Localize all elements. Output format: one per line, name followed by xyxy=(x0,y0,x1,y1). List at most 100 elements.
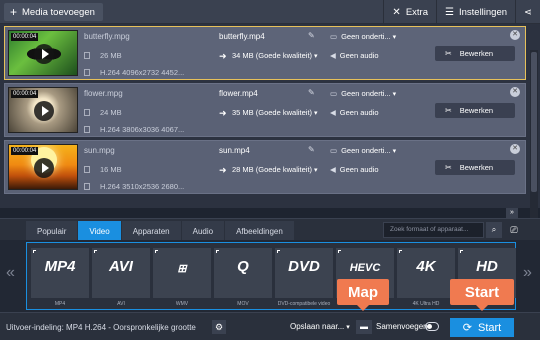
format-logo: MP4 xyxy=(44,258,76,275)
settings-button[interactable]: ☰ Instellingen xyxy=(436,0,515,24)
scrollbar-thumb[interactable] xyxy=(531,52,537,192)
format-mp4[interactable]: MP4 xyxy=(31,248,89,298)
file-row-flower[interactable]: 00:00:04 flower.mpg 24 MB H.264 3806x303… xyxy=(4,83,526,137)
subtitles-dropdown[interactable]: ▭ Geen onderti... xyxy=(330,146,396,155)
add-media-label: Media toevoegen xyxy=(22,6,95,18)
scroll-right-icon[interactable]: » xyxy=(523,264,532,282)
start-label: Start xyxy=(477,321,502,334)
source-size: 24 MB xyxy=(84,108,122,117)
settings-icon: ☰ xyxy=(445,6,454,18)
play-icon[interactable] xyxy=(34,101,54,121)
format-tabs-bar: Populair Video Apparaten Audio Afbeeldin… xyxy=(0,218,540,241)
tab-devices[interactable]: Apparaten xyxy=(121,221,181,241)
video-thumbnail[interactable]: 00:00:04 xyxy=(8,30,78,76)
format-search-input[interactable]: Zoek formaat of apparaat... xyxy=(383,222,484,238)
source-size-value: 26 MB xyxy=(100,51,122,60)
edit-button[interactable]: ✂ Bewerken xyxy=(435,103,515,118)
tab-images[interactable]: Afbeeldingen xyxy=(225,221,294,241)
format-label: MP4 xyxy=(54,301,66,307)
rename-pencil-icon[interactable]: ✎ xyxy=(308,88,315,97)
remove-file-icon[interactable]: ✕ xyxy=(510,144,520,154)
corner-mark xyxy=(33,250,36,253)
remove-file-icon[interactable]: ✕ xyxy=(510,87,520,97)
tab-popular[interactable]: Populair xyxy=(26,221,78,241)
add-media-button[interactable]: + Media toevoegen xyxy=(4,3,103,21)
speaker-icon: ◀ xyxy=(330,51,336,60)
edit-button[interactable]: ✂ Bewerken xyxy=(435,46,515,61)
output-filename: butterfly.mp4 xyxy=(219,32,265,41)
play-icon[interactable] xyxy=(34,158,54,178)
share-button[interactable]: ⋖ xyxy=(515,0,540,24)
file-row-butterfly[interactable]: 00:00:04 butterfly.mpg 26 MB H.264 4096x… xyxy=(4,26,526,80)
output-size-dropdown[interactable]: 35 MB (Goede kwaliteit) xyxy=(232,108,318,117)
format-tabs: Populair Video Apparaten Audio Afbeeldin… xyxy=(26,221,295,241)
timecode: 00:00:04 xyxy=(11,90,39,98)
save-to-dropdown[interactable]: Opslaan naar... xyxy=(290,322,350,331)
arrow-right-icon: ➜ xyxy=(219,51,227,61)
format-avi[interactable]: AVI xyxy=(92,248,150,298)
remove-file-icon[interactable]: ✕ xyxy=(510,30,520,40)
video-thumbnail[interactable]: 00:00:04 xyxy=(8,144,78,190)
source-filename: flower.mpg xyxy=(84,89,123,98)
format-wmv[interactable]: ⊞ xyxy=(153,248,211,298)
file-row-sun[interactable]: 00:00:04 sun.mpg 16 MB H.264 3510x2536 2… xyxy=(4,140,526,194)
refresh-icon: ⟳ xyxy=(462,322,472,334)
video-thumbnail[interactable]: 00:00:04 xyxy=(8,87,78,133)
tab-audio[interactable]: Audio xyxy=(181,221,225,241)
top-right-buttons: ✕ Extra ☰ Instellingen ⋖ xyxy=(383,0,540,24)
edit-label: Bewerken xyxy=(459,106,494,115)
scroll-left-icon[interactable]: « xyxy=(6,264,15,282)
subtitles-icon: ▭ xyxy=(330,89,338,98)
format-dvd[interactable]: DVD xyxy=(275,248,333,298)
device-detect-icon[interactable]: ⎚ xyxy=(506,222,522,238)
video-info-icon xyxy=(84,126,90,133)
play-icon[interactable] xyxy=(34,44,54,64)
extra-button[interactable]: ✕ Extra xyxy=(383,0,436,24)
output-format-label: Uitvoer-indeling: MP4 H.264 - Oorspronke… xyxy=(6,323,196,332)
edit-button[interactable]: ✂ Bewerken xyxy=(435,160,515,175)
map-callout: Map xyxy=(337,279,389,311)
subtitles-icon: ▭ xyxy=(330,32,338,41)
share-icon: ⋖ xyxy=(524,6,532,18)
corner-mark xyxy=(399,250,402,253)
file-list-scrollbar[interactable] xyxy=(530,50,538,230)
source-info: H.264 3510x2536 2680... xyxy=(84,182,184,191)
settings-label: Instellingen xyxy=(458,6,508,18)
edit-label: Bewerken xyxy=(459,163,494,172)
audio-value: Geen audio xyxy=(339,108,379,117)
audio-selector[interactable]: ◀ Geen audio xyxy=(330,108,379,117)
subtitles-dropdown[interactable]: ▭ Geen onderti... xyxy=(330,89,396,98)
format-label: DVD-compatibele video xyxy=(277,301,331,307)
format-4k[interactable]: 4K xyxy=(397,248,455,298)
output-size-dropdown[interactable]: 28 MB (Goede kwaliteit) xyxy=(232,165,318,174)
subtitles-dropdown[interactable]: ▭ Geen onderti... xyxy=(330,32,396,41)
source-info: H.264 4096x2732 4452... xyxy=(84,68,184,77)
video-info-icon xyxy=(84,183,90,190)
file-list: 00:00:04 butterfly.mpg 26 MB H.264 4096x… xyxy=(0,24,540,230)
start-button[interactable]: ⟳ Start xyxy=(450,318,514,337)
file-icon xyxy=(84,52,90,59)
tab-video[interactable]: Video xyxy=(78,221,121,241)
corner-mark xyxy=(94,250,97,253)
rename-pencil-icon[interactable]: ✎ xyxy=(308,145,315,154)
format-tiles: MP4 MP4 AVI AVI ⊞ WMV Q MOV DVD DVD-comp… xyxy=(26,242,516,310)
speaker-icon: ◀ xyxy=(330,108,336,117)
search-icon[interactable]: ⌕ xyxy=(486,222,502,238)
format-label: WMV xyxy=(175,301,189,307)
output-filename: flower.mp4 xyxy=(219,89,258,98)
audio-selector[interactable]: ◀ Geen audio xyxy=(330,51,379,60)
source-info-value: H.264 3510x2536 2680... xyxy=(100,182,185,191)
arrow-right-icon: ➜ xyxy=(219,165,227,175)
rename-pencil-icon[interactable]: ✎ xyxy=(308,31,315,40)
folder-icon[interactable]: ▬ xyxy=(356,320,372,334)
merge-toggle[interactable] xyxy=(425,322,439,331)
format-mov[interactable]: Q xyxy=(214,248,272,298)
collapse-chevron-icon[interactable]: » xyxy=(506,208,518,218)
output-size-dropdown[interactable]: 34 MB (Goede kwaliteit) xyxy=(232,51,318,60)
output-filename: sun.mp4 xyxy=(219,146,250,155)
format-label: AVI xyxy=(117,301,125,307)
gear-icon[interactable]: ⚙ xyxy=(212,320,226,334)
subtitles-value: Geen onderti... xyxy=(341,146,391,155)
windows-logo-icon: ⊞ xyxy=(177,263,187,275)
audio-selector[interactable]: ◀ Geen audio xyxy=(330,165,379,174)
